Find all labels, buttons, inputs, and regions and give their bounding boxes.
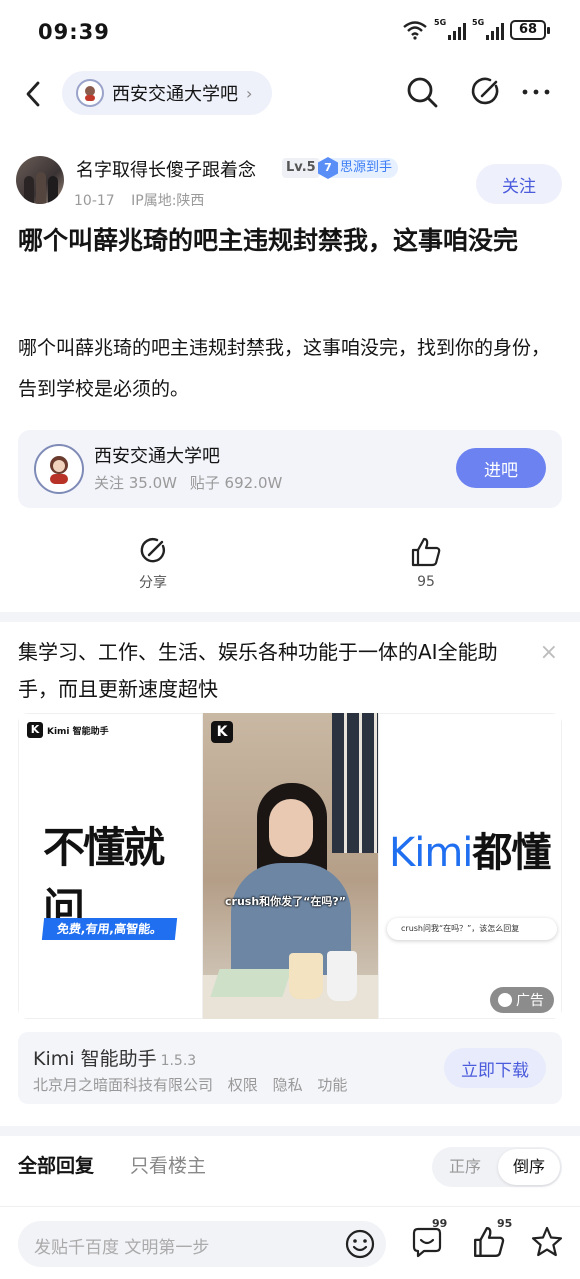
close-icon[interactable]: ×: [540, 640, 558, 665]
search-icon[interactable]: [404, 74, 440, 110]
honor-gem-icon: 7: [318, 157, 338, 179]
sort-toggle: 正序 倒序: [432, 1147, 562, 1187]
share-icon: [140, 538, 165, 563]
forum-logo-icon: [34, 444, 84, 494]
post-title: 哪个叫薛兆琦的吧主违规封禁我，这事咱没完: [18, 226, 519, 255]
ad-text[interactable]: 集学习、工作、生活、娱乐各种功能于一体的AI全能助手，而且更新速度超快: [18, 634, 508, 708]
forum-card[interactable]: 西安交通大学吧 关注 35.0W 贴子 692.0W 进吧: [18, 430, 562, 508]
edit-post-icon[interactable]: [468, 74, 504, 110]
share-label: 分享: [139, 575, 167, 591]
forum-followers: 关注 35.0W: [94, 474, 177, 492]
status-icons: 5G 5G 68: [402, 18, 550, 40]
like-button[interactable]: 95: [386, 536, 466, 590]
back-arrow-icon[interactable]: [20, 78, 48, 110]
enter-forum-button[interactable]: 进吧: [456, 448, 546, 488]
ad-mini-input: crush问我“在吗？”，该怎么回复: [387, 918, 557, 940]
like-count: 95: [417, 574, 435, 590]
status-bar: 09:39 5G 5G 68: [0, 0, 580, 64]
ad-icon: [498, 993, 512, 1007]
forum-logo-icon: [76, 79, 104, 107]
ad-left-tag: 免费,有用,高智能。: [41, 918, 178, 940]
forum-pill[interactable]: 西安交通大学吧 ›: [62, 71, 273, 115]
tab-all-replies[interactable]: 全部回复: [18, 1151, 94, 1178]
comment-count: 99: [432, 1217, 448, 1230]
post-date: 10-17: [74, 193, 115, 209]
tab-owner-only[interactable]: 只看楼主: [130, 1151, 206, 1178]
app-card[interactable]: Kimi 智能助手 1.5.3 北京月之暗面科技有限公司 权限 隐私 功能 立即下…: [18, 1032, 562, 1104]
ad-video-caption: crush和你发了“在吗?”: [225, 895, 346, 908]
thumbs-up-icon: [411, 537, 441, 567]
forum-card-stats: 关注 35.0W 贴子 692.0W: [94, 472, 282, 493]
app-name: Kimi 智能助手 1.5.3: [33, 1048, 197, 1070]
ad-media[interactable]: K Kimi 智能助手 不懂就问 免费,有用,高智能。 K crush和你发了“在…: [18, 713, 562, 1019]
author-name[interactable]: 名字取得长傻子跟着念: [76, 156, 256, 182]
app-version: 1.5.3: [160, 1053, 197, 1069]
comment-icon[interactable]: [410, 1225, 444, 1259]
ad-badge: 广告: [490, 987, 554, 1013]
ad-right-headline: Kimi都懂: [389, 830, 551, 876]
ad-panel-right: Kimi都懂 crush问我“在吗？”，该怎么回复: [378, 713, 562, 1019]
app-company: 北京月之暗面科技有限公司: [33, 1076, 214, 1094]
star-icon[interactable]: [530, 1225, 564, 1259]
author-meta: 10-17 IP属地:陕西: [74, 190, 204, 210]
more-icon[interactable]: [518, 74, 554, 110]
emoji-icon[interactable]: [344, 1228, 376, 1260]
honor-badge: 7 思源到手: [318, 157, 399, 179]
kimi-logo: K Kimi 智能助手: [27, 722, 109, 738]
sort-descending[interactable]: 倒序: [498, 1149, 560, 1185]
app-meta: 北京月之暗面科技有限公司 权限 隐私 功能: [33, 1074, 347, 1095]
status-time: 09:39: [38, 20, 110, 44]
thumbs-up-icon[interactable]: [472, 1225, 506, 1259]
author-row: 名字取得长傻子跟着念 Lv.5 7 思源到手 10-17 IP属地:陕西 关注: [0, 150, 580, 214]
wifi-icon: [403, 21, 427, 40]
bottom-like-count: 95: [497, 1217, 513, 1230]
app-permissions-link[interactable]: 权限: [228, 1076, 258, 1094]
chevron-right-icon: ›: [246, 83, 253, 103]
download-button[interactable]: 立即下载: [444, 1048, 546, 1088]
app-features-link[interactable]: 功能: [317, 1076, 347, 1094]
signal-icon: 5G: [472, 18, 504, 40]
kimi-logo-icon: K: [211, 721, 233, 743]
sort-ascending[interactable]: 正序: [434, 1149, 496, 1185]
battery-icon: 68: [510, 20, 550, 40]
share-button[interactable]: 分享: [113, 536, 193, 592]
top-nav: 西安交通大学吧 ›: [0, 68, 580, 120]
forum-pill-name: 西安交通大学吧: [112, 84, 238, 105]
post-body: 哪个叫薛兆琦的吧主违规封禁我，这事咱没完，找到你的身份，告到学校是必须的。: [18, 337, 551, 400]
ad-panel-left: K Kimi 智能助手 不懂就问 免费,有用,高智能。: [18, 713, 203, 1019]
avatar[interactable]: [16, 156, 64, 204]
level-badge: Lv.5: [282, 158, 320, 178]
comment-input[interactable]: 发贴千百度 文明第一步: [18, 1221, 386, 1267]
section-divider: [0, 1126, 580, 1136]
signal-icon: 5G: [434, 18, 466, 40]
follow-button[interactable]: 关注: [476, 164, 562, 204]
ad-video-frame: K crush和你发了“在吗?”: [203, 713, 378, 1019]
forum-posts: 贴子 692.0W: [189, 474, 283, 492]
section-divider: [0, 612, 580, 622]
forum-card-name: 西安交通大学吧: [94, 446, 220, 467]
bottom-bar: 发贴千百度 文明第一步 99 95: [0, 1206, 580, 1279]
comment-placeholder: 发贴千百度 文明第一步: [34, 1238, 210, 1258]
ip-location: IP属地:陕西: [131, 193, 205, 209]
app-privacy-link[interactable]: 隐私: [273, 1076, 303, 1094]
